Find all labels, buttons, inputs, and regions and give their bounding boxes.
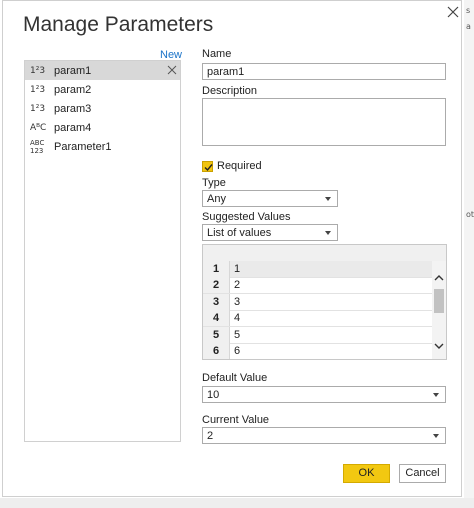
type-label: Type <box>202 177 226 189</box>
description-input[interactable] <box>202 98 446 146</box>
table-row[interactable]: 3 3 <box>203 294 432 311</box>
chevron-down-icon <box>325 231 331 235</box>
row-value[interactable]: 5 <box>234 327 240 343</box>
suggested-values-label: Suggested Values <box>202 211 291 223</box>
default-value-label: Default Value <box>202 372 268 384</box>
row-value[interactable]: 4 <box>234 310 240 326</box>
param-name: param4 <box>54 121 92 134</box>
cancel-button[interactable]: Cancel <box>399 464 446 483</box>
values-list-grid: 1 1 2 2 3 3 4 4 5 5 6 6 <box>202 244 447 360</box>
default-value-dropdown[interactable]: 10 <box>202 386 446 403</box>
row-value[interactable]: 6 <box>234 343 240 359</box>
table-row[interactable]: 4 4 <box>203 310 432 327</box>
table-row[interactable]: 2 2 <box>203 277 432 294</box>
param-name: param1 <box>54 64 92 77</box>
param-name: param3 <box>54 102 92 115</box>
number-type-icon: 1²3 <box>30 103 46 114</box>
current-value-label: Current Value <box>202 414 270 426</box>
param-name: param2 <box>54 83 92 96</box>
table-row[interactable]: 1 1 <box>203 261 432 278</box>
number-type-icon: 1²3 <box>30 84 46 95</box>
current-value-dropdown[interactable]: 2 <box>202 427 446 444</box>
chevron-down-icon <box>433 393 439 397</box>
required-checkbox[interactable] <box>202 161 213 172</box>
checkmark-icon <box>204 164 213 172</box>
row-value[interactable]: 2 <box>234 277 240 293</box>
any-type-icon: ABC 123 <box>30 138 45 155</box>
chevron-up-icon[interactable] <box>434 273 444 283</box>
name-label: Name <box>202 48 232 60</box>
number-type-icon: 1²3 <box>30 65 46 76</box>
param-item-param4[interactable]: AᴮC param4 <box>25 118 180 137</box>
background-app-strip: s a ot <box>464 0 474 508</box>
chevron-down-icon <box>433 434 439 438</box>
param-item-param1[interactable]: 1²3 param1 <box>25 61 180 80</box>
type-selected: Any <box>207 193 226 205</box>
row-number: 6 <box>203 343 230 359</box>
dialog-title: Manage Parameters <box>23 13 214 36</box>
close-icon[interactable] <box>446 5 460 19</box>
description-label: Description <box>202 85 258 97</box>
row-number: 1 <box>203 261 230 277</box>
table-row[interactable]: 6 6 <box>203 343 432 359</box>
background-app-bottom <box>0 498 474 508</box>
chevron-down-icon <box>325 197 331 201</box>
param-name: Parameter1 <box>54 140 112 153</box>
remove-param-icon[interactable] <box>167 65 177 75</box>
current-value-selected: 2 <box>207 430 214 442</box>
required-label: Required <box>217 160 262 172</box>
grid-header <box>203 245 446 262</box>
parameter-list: 1²3 param1 1²3 param2 1²3 param3 AᴮC par… <box>24 60 181 442</box>
row-number: 5 <box>203 327 230 343</box>
row-value[interactable]: 1 <box>234 261 240 277</box>
table-row[interactable]: 5 5 <box>203 327 432 344</box>
type-dropdown[interactable]: Any <box>202 190 338 207</box>
default-value-selected: 10 <box>207 389 220 401</box>
param-item-param2[interactable]: 1²3 param2 <box>25 80 180 99</box>
row-number: 4 <box>203 310 230 326</box>
chevron-down-icon[interactable] <box>434 341 444 351</box>
row-number: 2 <box>203 277 230 293</box>
grid-scrollbar[interactable] <box>432 261 446 359</box>
param-item-param3[interactable]: 1²3 param3 <box>25 99 180 118</box>
row-number: 3 <box>203 294 230 310</box>
name-input[interactable]: param1 <box>202 63 446 80</box>
param-item-parameter1[interactable]: ABC 123 Parameter1 <box>25 137 180 156</box>
manage-parameters-dialog: Manage Parameters New 1²3 param1 1²3 par… <box>2 0 462 497</box>
text-type-icon: AᴮC <box>30 122 47 133</box>
ok-button[interactable]: OK <box>343 464 390 483</box>
row-value[interactable]: 3 <box>234 294 240 310</box>
suggested-values-selected: List of values <box>207 227 272 239</box>
scroll-thumb[interactable] <box>434 289 444 313</box>
suggested-values-dropdown[interactable]: List of values <box>202 224 338 241</box>
